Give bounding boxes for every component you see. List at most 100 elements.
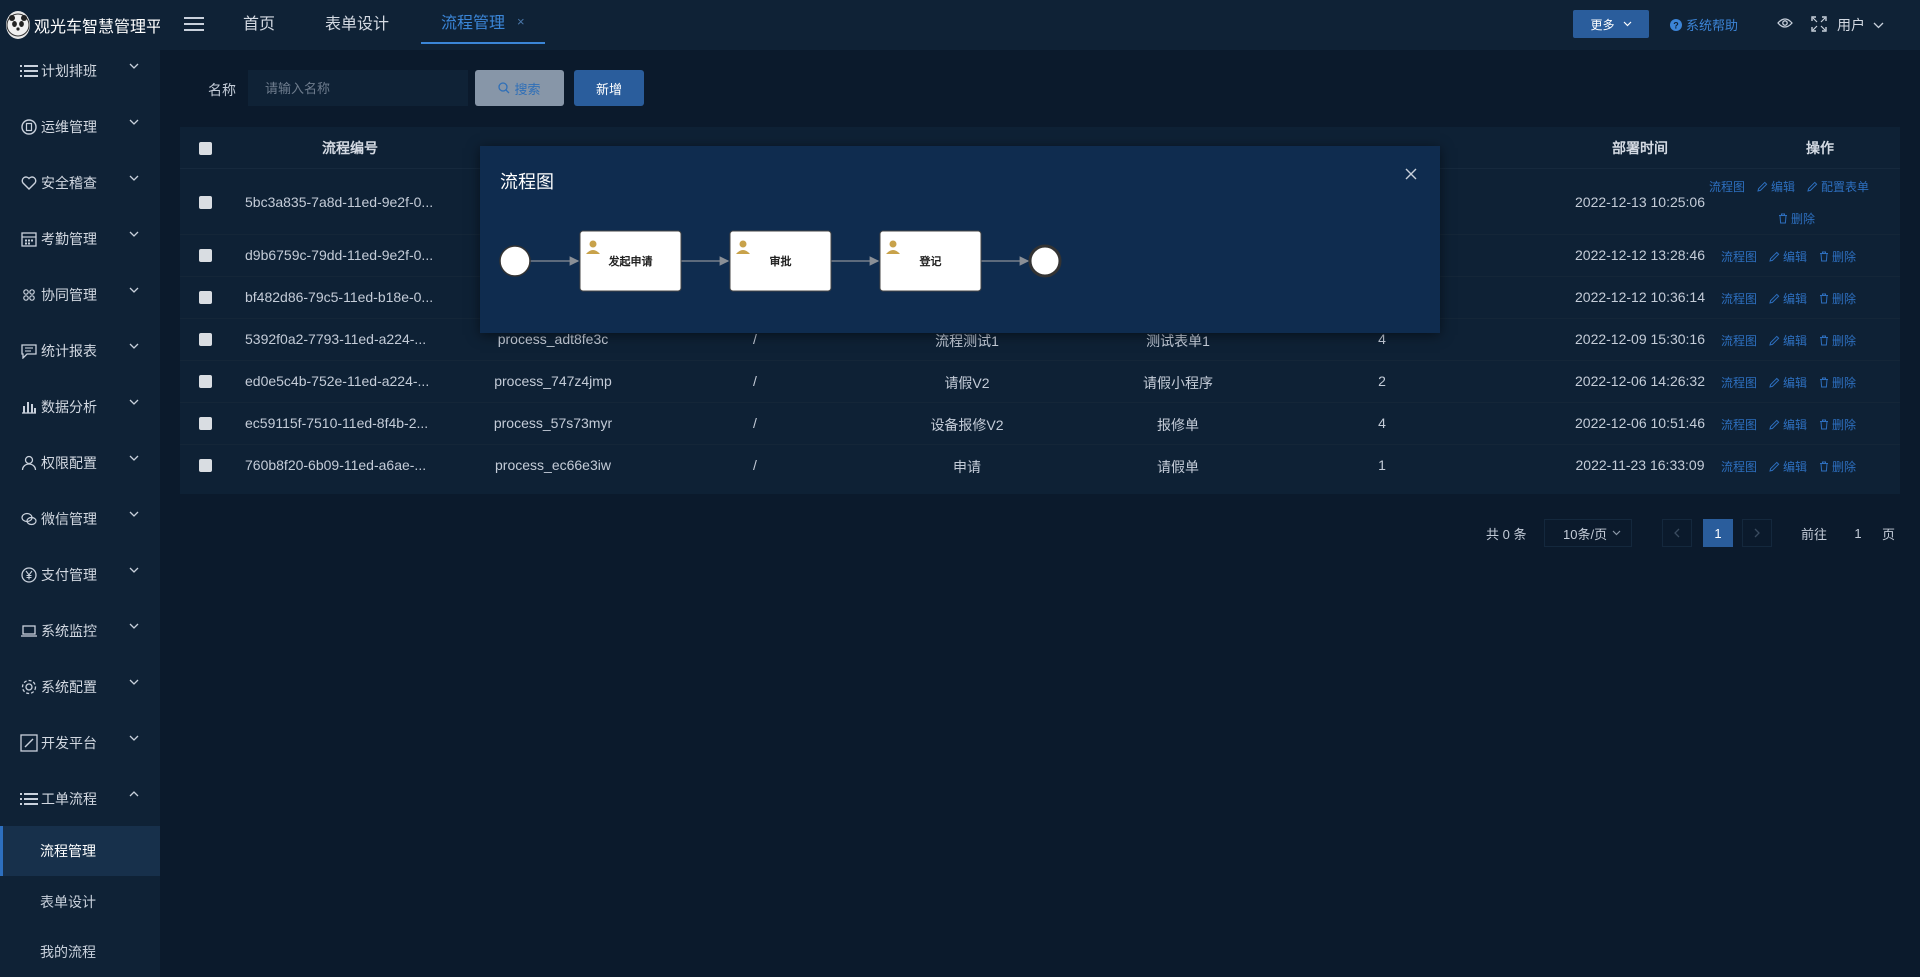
config-form-link[interactable]: 配置表单 <box>1807 178 1869 195</box>
sidebar-item-label: 统计报表 <box>41 343 97 359</box>
delete-link[interactable]: 删除 <box>1819 416 1856 433</box>
diagram-link[interactable]: 流程图 <box>1721 374 1757 391</box>
sidebar-item-ops[interactable]: 运维管理 <box>0 107 160 147</box>
edit-icon <box>1807 181 1818 192</box>
cell-key: process_adt8fe3c <box>497 331 609 347</box>
more-button[interactable]: 更多 <box>1573 10 1649 38</box>
delete-link[interactable]: 删除 <box>1819 332 1856 349</box>
column-header: 部署时间 <box>1612 140 1668 156</box>
close-icon[interactable]: × <box>517 14 525 29</box>
row-actions: 流程图 编辑 删除 <box>1721 332 1856 349</box>
svg-text:?: ? <box>1673 20 1679 30</box>
tab-process-management[interactable]: 流程管理 × <box>421 0 545 44</box>
chevron-down-icon <box>129 287 139 293</box>
sidebar-item-safety[interactable]: 安全稽查 <box>0 163 160 203</box>
list-icon <box>19 789 39 809</box>
sidebar-item-label: 微信管理 <box>41 511 97 527</box>
sidebar-subitem-form-design[interactable]: 表单设计 <box>0 877 160 927</box>
cell-form: 请假单 <box>1157 459 1199 475</box>
row-checkbox[interactable] <box>199 459 212 472</box>
edit-link[interactable]: 编辑 <box>1757 178 1795 195</box>
delete-label: 删除 <box>1832 334 1857 348</box>
row-checkbox[interactable] <box>199 333 212 346</box>
delete-link[interactable]: 删除 <box>1819 290 1856 307</box>
add-button[interactable]: 新增 <box>574 70 644 106</box>
row-actions: 流程图 编辑 删除 <box>1721 416 1856 433</box>
sidebar-item-reports[interactable]: 统计报表 <box>0 331 160 371</box>
help-link[interactable]: ? 系统帮助 <box>1670 15 1738 34</box>
search-button[interactable]: 搜索 <box>475 70 564 106</box>
sidebar-item-payment[interactable]: 支付管理 <box>0 555 160 595</box>
next-page-button[interactable] <box>1742 519 1772 547</box>
edit-link[interactable]: 编辑 <box>1769 458 1807 475</box>
name-search-input[interactable] <box>248 70 468 106</box>
select-all-checkbox[interactable] <box>199 142 212 155</box>
edit-link[interactable]: 编辑 <box>1769 290 1807 307</box>
sidebar-item-monitor[interactable]: 系统监控 <box>0 611 160 651</box>
sidebar-item-plan[interactable]: 计划排班 <box>0 51 160 91</box>
diagram-link[interactable]: 流程图 <box>1721 332 1757 349</box>
delete-link[interactable]: 删除 <box>1819 248 1856 265</box>
sidebar-subitem-my-process[interactable]: 我的流程 <box>0 927 160 977</box>
edit-link[interactable]: 编辑 <box>1769 248 1807 265</box>
column-header: 流程编号 <box>322 140 378 156</box>
cell-id: d9b6759c-79dd-11ed-9e2f-0... <box>245 247 434 263</box>
chevron-left-icon <box>1674 528 1680 538</box>
sidebar-item-devplatform[interactable]: 开发平台 <box>0 723 160 763</box>
tab-home[interactable]: 首页 <box>243 0 275 44</box>
task-node-start-request: 发起申请 <box>579 230 682 292</box>
diagram-label: 流程图 <box>1721 460 1758 474</box>
delete-link[interactable]: 删除 <box>1819 374 1856 391</box>
sidebar-item-wechat[interactable]: 微信管理 <box>0 499 160 539</box>
trash-icon <box>1819 419 1829 430</box>
user-menu[interactable]: 用户 <box>1837 15 1884 35</box>
calendar-icon <box>19 229 39 249</box>
close-icon[interactable] <box>1405 168 1417 180</box>
row-checkbox[interactable] <box>199 375 212 388</box>
delete-link[interactable]: 删除 <box>1819 458 1856 475</box>
edit-link[interactable]: 编辑 <box>1769 416 1807 433</box>
cell-key: process_747z4jmp <box>494 373 612 389</box>
delete-link[interactable]: 删除 <box>1778 210 1815 227</box>
prev-page-button[interactable] <box>1662 519 1692 547</box>
chevron-down-icon <box>129 119 139 125</box>
list-icon <box>19 61 39 81</box>
sidebar-item-attendance[interactable]: 考勤管理 <box>0 219 160 259</box>
row-checkbox[interactable] <box>199 417 212 430</box>
row-actions: 流程图 编辑 删除 <box>1721 290 1856 307</box>
row-checkbox[interactable] <box>199 291 212 304</box>
edit-link[interactable]: 编辑 <box>1769 332 1807 349</box>
cell-id: ec59115f-7510-11ed-8f4b-2... <box>245 415 429 431</box>
user-icon <box>19 453 39 473</box>
diagram-link[interactable]: 流程图 <box>1721 416 1757 433</box>
diagram-label: 流程图 <box>1721 250 1758 264</box>
sidebar-subitem-process-management[interactable]: 流程管理 <box>0 826 160 876</box>
diagram-link[interactable]: 流程图 <box>1721 248 1757 265</box>
sidebar-item-workflow[interactable]: 工单流程 <box>0 779 160 819</box>
edit-link[interactable]: 编辑 <box>1769 374 1807 391</box>
diagram-link[interactable]: 流程图 <box>1721 290 1757 307</box>
row-actions: 流程图 编辑 删除 <box>1721 458 1856 475</box>
delete-label: 删除 <box>1832 250 1857 264</box>
row-checkbox[interactable] <box>199 249 212 262</box>
trash-icon <box>1778 213 1788 224</box>
sidebar-item-analysis[interactable]: 数据分析 <box>0 387 160 427</box>
fullscreen-icon[interactable] <box>1811 16 1827 32</box>
page-number-current[interactable]: 1 <box>1703 519 1733 547</box>
trash-icon <box>1819 293 1829 304</box>
sidebar-item-cooperation[interactable]: 协同管理 <box>0 275 160 315</box>
eye-icon[interactable] <box>1777 17 1793 29</box>
sidebar-item-label: 开发平台 <box>41 735 97 751</box>
tab-form-design[interactable]: 表单设计 <box>325 0 389 44</box>
goto-page-input[interactable] <box>1840 519 1876 547</box>
page-size-select[interactable]: 10条/页 <box>1544 519 1632 547</box>
cell-key: process_ec66e3iw <box>495 457 611 473</box>
goto-label: 前往 <box>1801 527 1828 542</box>
diagram-link[interactable]: 流程图 <box>1721 458 1757 475</box>
row-checkbox[interactable] <box>199 196 212 209</box>
sidebar-item-permissions[interactable]: 权限配置 <box>0 443 160 483</box>
sidebar-item-settings[interactable]: 系统配置 <box>0 667 160 707</box>
hamburger-icon[interactable] <box>184 15 204 33</box>
trash-icon <box>1819 377 1829 388</box>
diagram-link[interactable]: 流程图 <box>1709 178 1745 195</box>
